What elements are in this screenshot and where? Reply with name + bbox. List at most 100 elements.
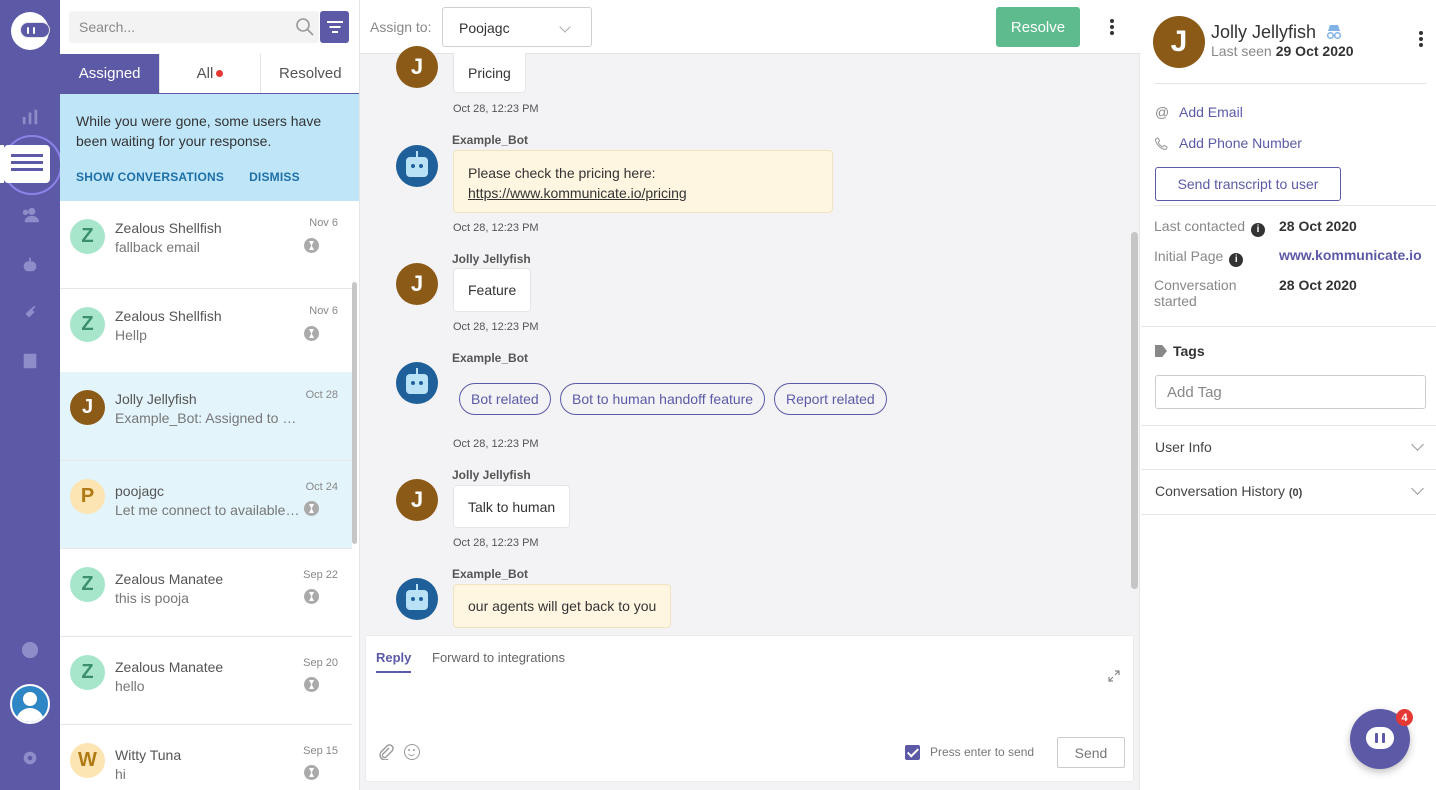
bot-icon[interactable] (20, 255, 40, 275)
hourglass-icon (304, 326, 319, 341)
message-bubble: Talk to human (453, 485, 571, 528)
emoji-icon[interactable] (404, 744, 420, 760)
bot-avatar-icon (396, 362, 438, 404)
enter-to-send-checkbox[interactable] (905, 745, 920, 760)
list-item[interactable]: Z Zealous Manatee this is pooja Sep 22 (60, 549, 352, 637)
pricing-link[interactable]: https://www.kommunicate.io/pricing (468, 185, 687, 201)
tab-reply[interactable]: Reply (376, 650, 411, 665)
message-time: Oct 28, 12:23 PM (453, 438, 539, 450)
avatar: J (396, 46, 438, 88)
sender-name: Example_Bot (452, 351, 529, 365)
user-info-section[interactable]: User Info (1155, 439, 1212, 455)
message-time: Oct 28, 12:23 PM (453, 103, 539, 115)
add-tag-input[interactable] (1155, 375, 1426, 409)
chat-launcher-button[interactable]: 4 (1350, 709, 1413, 769)
message-bubble: Please check the pricing here: https://w… (453, 150, 833, 213)
list-item[interactable]: Z Zealous Shellfish Hellp Nov 6 (60, 289, 352, 377)
conversation-list-panel: Assigned All Resolved While you were gon… (60, 0, 360, 790)
expand-icon[interactable] (1108, 670, 1120, 682)
assign-label: Assign to: (370, 19, 432, 35)
conversation-started-value: 28 Oct 2020 (1279, 277, 1357, 293)
avatar: Z (70, 219, 105, 254)
settings-icon[interactable] (20, 748, 40, 768)
list-scrollbar[interactable] (352, 282, 357, 544)
reports-icon[interactable] (20, 107, 40, 127)
list-item[interactable]: J Jolly Jellyfish Example_Bot: Assigned … (60, 372, 352, 461)
tab-forward-integrations[interactable]: Forward to integrations (432, 650, 565, 665)
contact-name: Witty Tuna (115, 747, 182, 763)
message-snippet: Example_Bot: Assigned to Poojagc (115, 410, 300, 426)
agent-avatar[interactable] (10, 684, 50, 724)
list-item[interactable]: Z Zealous Manatee hello Sep 20 (60, 637, 352, 725)
list-item[interactable]: W Witty Tuna hi Sep 15 (60, 725, 352, 790)
contact-name: poojagc (115, 483, 165, 499)
attachment-icon[interactable] (378, 744, 394, 760)
message-snippet: hello (115, 678, 145, 694)
dismiss-link[interactable]: DISMISS (249, 170, 300, 184)
help-icon[interactable] (20, 640, 40, 660)
list-item[interactable]: Z Zealous Shellfish fallback email Nov 6 (60, 201, 352, 289)
user-name: Jolly Jellyfish (1211, 22, 1317, 42)
send-button[interactable]: Send (1057, 737, 1125, 768)
chat-bubble-icon (1366, 727, 1394, 749)
filter-button[interactable] (320, 11, 349, 43)
conversation-history-section[interactable]: Conversation History (0) (1155, 483, 1302, 499)
users-icon[interactable] (20, 205, 40, 225)
assignee-value: Poojagc (459, 20, 510, 36)
info-icon[interactable]: i (1251, 223, 1266, 237)
show-conversations-link[interactable]: SHOW CONVERSATIONS (76, 170, 224, 184)
message-snippet: this is pooja (115, 590, 189, 606)
assignee-select[interactable]: Poojagc (442, 7, 592, 47)
resolve-button[interactable]: Resolve (996, 7, 1080, 47)
more-options-icon[interactable] (1110, 19, 1114, 23)
avatar: J (396, 479, 438, 521)
notice-message: While you were gone, some users have bee… (76, 113, 322, 149)
message-bubble: Feature (453, 268, 532, 312)
message-time: Oct 28, 12:23 PM (453, 222, 539, 234)
user-details-panel: J Jolly Jellyfish Last seen 29 Oct 2020 @… (1141, 0, 1436, 790)
avatar: P (70, 479, 105, 514)
tab-resolved[interactable]: Resolved (261, 54, 359, 93)
contact-name: Zealous Shellfish (115, 220, 222, 236)
hourglass-icon (304, 765, 319, 780)
chevron-down-icon[interactable] (1411, 482, 1424, 495)
message-time: Oct 28, 12:23 PM (453, 537, 539, 549)
tab-assigned[interactable]: Assigned (60, 54, 161, 93)
integrations-icon[interactable] (20, 303, 40, 323)
app-logo-icon[interactable] (11, 12, 50, 50)
hourglass-icon (304, 589, 319, 604)
quick-reply-chip[interactable]: Report related (774, 383, 887, 415)
add-email-link[interactable]: Add Email (1179, 104, 1243, 120)
search-box (69, 11, 319, 43)
search-icon[interactable] (295, 17, 315, 37)
sender-name: Jolly Jellyfish (452, 468, 531, 482)
list-item[interactable]: P poojagc Let me connect to available ag… (60, 461, 352, 549)
reply-box: Reply Forward to integrations Press ente… (365, 635, 1134, 782)
add-phone-link[interactable]: Add Phone Number (1179, 135, 1302, 151)
conversations-icon[interactable] (4, 145, 50, 183)
hourglass-icon (304, 677, 319, 692)
conversation-date: Sep 20 (303, 657, 338, 669)
quick-reply-chip[interactable]: Bot related (459, 383, 551, 415)
last-seen: Last seen 29 Oct 2020 (1211, 43, 1354, 59)
send-transcript-button[interactable]: Send transcript to user (1155, 167, 1341, 201)
conversation-date: Sep 15 (303, 745, 338, 757)
chat-scrollbar[interactable] (1131, 232, 1138, 589)
contact-name: Zealous Manatee (115, 659, 224, 675)
anonymous-user-icon (1326, 25, 1342, 40)
quick-reply-chip[interactable]: Bot to human handoff feature (560, 383, 766, 415)
search-input[interactable] (69, 11, 287, 43)
conversation-date: Oct 28 (305, 389, 338, 401)
notification-badge: 4 (1396, 709, 1413, 726)
user-options-icon[interactable] (1419, 31, 1423, 35)
chat-panel: Assign to: Poojagc Resolve J Pricing Oct… (360, 0, 1140, 790)
chevron-down-icon[interactable] (1411, 438, 1424, 451)
avatar: J (396, 263, 438, 305)
initial-page-link[interactable]: www.kommunicate.io (1279, 247, 1427, 263)
enter-to-send-label: Press enter to send (930, 745, 1035, 759)
info-icon[interactable]: i (1229, 253, 1244, 267)
tab-all[interactable]: All (160, 54, 261, 93)
faq-icon[interactable] (20, 351, 40, 371)
message-snippet: Let me connect to available agents (115, 502, 300, 518)
avatar: Z (70, 307, 105, 342)
